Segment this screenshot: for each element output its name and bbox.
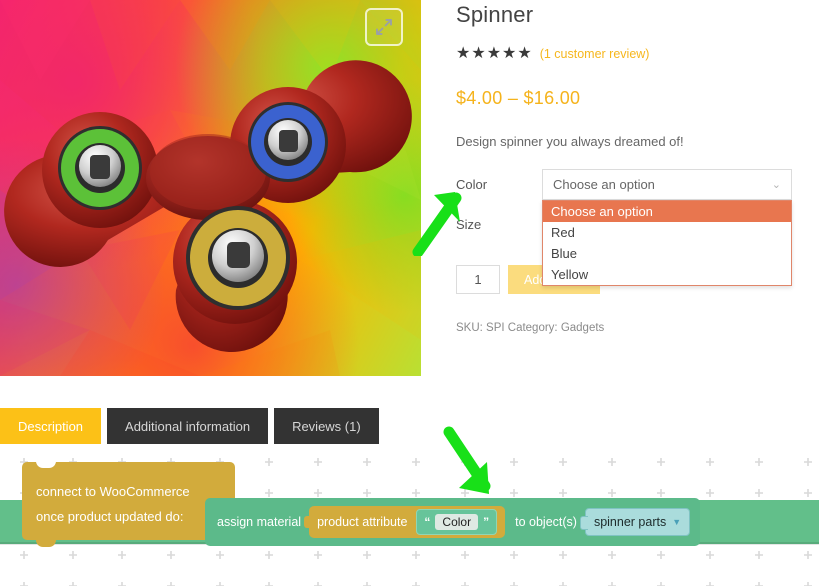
block-assign-material[interactable]: assign material product attribute “ Colo… — [205, 498, 701, 546]
dropdown-option[interactable]: Blue — [543, 243, 791, 264]
tab-reviews[interactable]: Reviews (1) — [274, 408, 379, 444]
block-product-attribute[interactable]: product attribute “ Color ” — [304, 506, 506, 538]
chevron-down-icon: ⌄ — [771, 178, 781, 191]
rating-row: ★★★★★ (1 customer review) — [456, 46, 806, 62]
color-select[interactable]: Choose an option ⌄ — [542, 168, 792, 200]
color-select-shell: Choose an option ⌄ Choose an option Red … — [542, 168, 792, 286]
attribute-value-field[interactable]: Color — [435, 514, 479, 530]
block-hat-line-1: connect to WooCommerce — [36, 484, 190, 499]
puzzle-connector-icon — [579, 516, 588, 530]
block-connect-woocommerce[interactable]: connect to WooCommerce once product upda… — [22, 461, 235, 547]
product-image[interactable] — [0, 0, 421, 376]
block-object-dropdown[interactable]: spinner parts ▼ — [579, 508, 691, 536]
block-string-value[interactable]: “ Color ” — [416, 509, 498, 535]
size-label: Size — [456, 216, 482, 232]
dropdown-option[interactable]: Red — [543, 222, 791, 243]
product-attribute-label: product attribute — [317, 515, 408, 529]
product-tabs: Description Additional information Revie… — [0, 408, 379, 444]
price-separator: – — [507, 88, 519, 108]
quote-open-icon: “ — [424, 515, 431, 529]
price-min: $4.00 — [456, 88, 503, 108]
dropdown-option[interactable]: Choose an option — [543, 200, 791, 222]
price-max: $16.00 — [523, 88, 581, 108]
assign-material-label: assign material — [217, 515, 302, 529]
block-canvas[interactable]: connect to WooCommerce once product upda… — [0, 446, 819, 586]
color-dropdown-list[interactable]: Choose an option Red Blue Yellow — [542, 199, 792, 286]
expand-icon — [376, 19, 392, 35]
tab-additional-information[interactable]: Additional information — [107, 408, 269, 444]
object-value-label: spinner parts — [593, 515, 667, 529]
short-description: Design spinner you always dreamed of! — [456, 134, 684, 149]
puzzle-connector-icon — [304, 516, 311, 528]
to-objects-label: to object(s) — [515, 515, 577, 529]
variations-form: Color Choose an option ⌄ Choose an optio… — [456, 167, 806, 294]
variation-row-color: Color Choose an option ⌄ Choose an optio… — [456, 167, 806, 286]
block-hat-line-2: once product updated do: — [36, 509, 184, 524]
customer-review-link[interactable]: (1 customer review) — [540, 47, 650, 61]
quantity-input[interactable] — [456, 265, 500, 294]
spinner-product-graphic — [4, 60, 412, 352]
chevron-down-icon: ▼ — [672, 517, 682, 527]
expand-image-button[interactable] — [365, 8, 403, 46]
product-summary: Spinner ★★★★★ (1 customer review) $4.00 … — [456, 0, 806, 334]
dropdown-option[interactable]: Yellow — [543, 264, 791, 285]
product-price: $4.00 – $16.00 — [456, 88, 806, 109]
page-title: Spinner — [456, 2, 534, 27]
color-label: Color — [456, 176, 488, 192]
star-rating-icon: ★★★★★ — [456, 45, 533, 62]
tab-description[interactable]: Description — [0, 408, 102, 444]
color-select-value: Choose an option — [553, 176, 655, 192]
product-meta: SKU: SPI Category: Gadgets — [456, 322, 605, 334]
quote-close-icon: ” — [483, 515, 490, 529]
